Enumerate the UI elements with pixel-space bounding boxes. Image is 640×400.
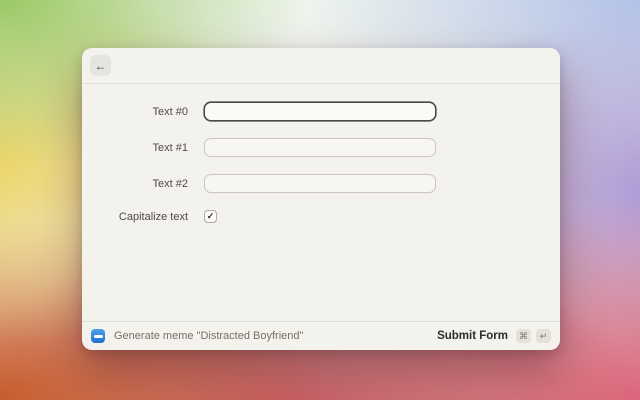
imgflip-face-glyph — [93, 334, 103, 338]
form-content: Text #0 Text #1 Text #2 Capitalize text … — [82, 84, 560, 321]
back-button[interactable]: ← — [90, 55, 111, 76]
command-key-badge: ⌘ — [516, 329, 531, 343]
submit-form-button[interactable]: Submit Form — [437, 330, 508, 342]
action-title: Generate meme "Distracted Boyfriend" — [114, 330, 304, 342]
capitalize-label: Capitalize text — [118, 210, 188, 223]
checkmark-icon: ✓ — [206, 211, 215, 221]
form-row-text0: Text #0 — [82, 102, 560, 121]
window-header: ← — [82, 48, 560, 84]
imgflip-meme-icon — [91, 329, 105, 343]
text0-input[interactable] — [204, 102, 436, 121]
form-window: ← Text #0 Text #1 Text #2 Capitalize tex… — [82, 48, 560, 350]
action-bar: Generate meme "Distracted Boyfriend" Sub… — [82, 321, 560, 350]
form-row-text2: Text #2 — [82, 174, 560, 193]
text1-label: Text #1 — [152, 141, 188, 154]
text0-label: Text #0 — [152, 105, 188, 118]
back-arrow-icon: ← — [94, 58, 107, 73]
text2-label: Text #2 — [152, 177, 188, 190]
text1-input[interactable] — [204, 138, 436, 157]
capitalize-checkbox[interactable]: ✓ — [204, 210, 217, 223]
form-row-text1: Text #1 — [82, 138, 560, 157]
return-key-badge: ↵ — [536, 329, 551, 343]
form-row-capitalize: Capitalize text ✓ — [82, 210, 560, 223]
text2-input[interactable] — [204, 174, 436, 193]
